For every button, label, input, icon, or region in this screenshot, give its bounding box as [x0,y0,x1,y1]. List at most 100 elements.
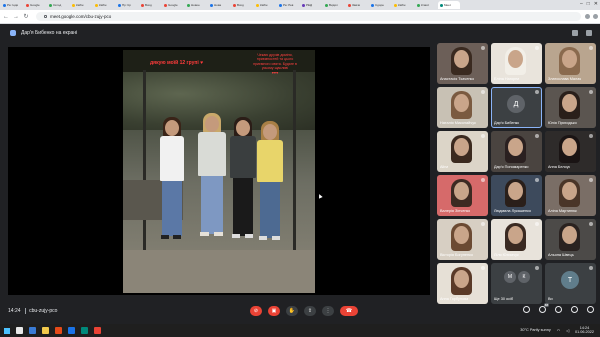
browser-tab[interactable]: Нова [208,1,230,9]
close-window-button[interactable]: ✕ [594,1,598,7]
participant-tile[interactable]: Ліля Юхимчук [491,219,542,260]
browser-tab[interactable]: Сдоре [369,1,391,9]
host-controls-icon[interactable] [587,306,594,313]
browser-tab[interactable]: Кабін [392,1,414,9]
clock[interactable]: 14:24 01.06.2022 [575,326,594,334]
participant-face [508,182,523,200]
camera-off-icon[interactable]: ▣ [268,306,280,316]
participant-tile[interactable]: Анна Белоус [545,131,596,172]
muted-mic-icon [589,222,593,226]
windows-start-icon[interactable] [4,327,10,334]
browser-tab[interactable]: Вход [139,1,161,9]
browser-tab[interactable]: Ра: Інди [1,1,23,9]
browser-tab-bar: Ра: Інди Google Сёгод Кабін Кабін Пр: Кр Вход G… [0,0,600,10]
participant-name: Еліна Нагорна [494,77,520,81]
photo-pole [143,70,146,250]
chat-icon[interactable] [555,306,562,313]
participant-tile[interactable]: Аліна Мартинюк [545,175,596,216]
minimize-button[interactable]: – [580,1,583,7]
participant-tile[interactable]: Златослава Малая [545,43,596,84]
taskbar-app-icon[interactable] [55,327,62,334]
browser-tab[interactable]: Пр: Кр [116,1,138,9]
participant-name: Вікторія Богуненко [440,253,473,257]
volume-icon[interactable]: ◁ [566,328,569,333]
participant-tile[interactable]: Людмила Лукашенко [491,175,542,216]
taskbar-app-icon[interactable] [81,327,88,334]
browser-tab[interactable]: Сёгод [47,1,69,9]
browser-tab[interactable]: Класс [415,1,437,9]
extension-icon[interactable] [585,14,590,19]
participant-tile[interactable]: Валерія Зінченко [437,175,488,216]
browser-tab[interactable]: РЕД [300,1,322,9]
participant-tile[interactable]: Alina [437,131,488,172]
browser-tab[interactable]: Видил [323,1,345,9]
participant-tile[interactable]: М К Ще 30 осіб [491,263,542,304]
participant-name: Анастасія Ткаченко [440,77,475,81]
browser-tab[interactable]: Новое [185,1,207,9]
more-options-icon[interactable]: ⋮ [322,306,334,316]
taskbar-app-icon[interactable] [29,327,36,334]
browser-tab[interactable]: Ра: Рев [277,1,299,9]
participant-tile[interactable]: Альона Швець [545,219,596,260]
profile-avatar-icon[interactable] [593,14,598,19]
participant-face [562,226,577,244]
participant-tile[interactable]: Юлія Приходько [545,87,596,128]
browser-tab[interactable]: Кабін [70,1,92,9]
participant-tile[interactable]: Вікторія Богуненко [437,219,488,260]
browser-tab[interactable]: Meet [438,1,460,9]
window-controls: – □ ✕ [580,1,598,7]
activities-icon[interactable] [571,306,578,313]
participant-tile[interactable]: Т Ви [545,263,596,304]
fullscreen-icon[interactable] [586,30,592,36]
tab-favicon-icon [233,3,236,7]
browser-tab[interactable]: Завчи [346,1,368,9]
tab-favicon-icon [72,3,75,7]
taskbar-app-icon[interactable] [42,327,49,334]
tab-label: Сёгод [53,3,62,7]
microphone-off-icon[interactable]: ⊘ [250,306,262,316]
meeting-side-controls: 48 [523,303,594,313]
tab-favicon-icon [164,3,167,7]
url-field[interactable]: meet.google.com/cbu-zujy-pco [36,12,581,21]
shared-photo [123,50,315,293]
participant-tile[interactable]: Анастасія Ткаченко [437,43,488,84]
participant-tile[interactable]: Анна Горбунова [437,263,488,304]
browser-tab[interactable]: Кабін [254,1,276,9]
back-icon[interactable]: ← [2,14,10,20]
forward-icon[interactable]: → [12,14,20,20]
muted-mic-icon [535,90,539,94]
taskbar-app-icon[interactable] [16,327,23,334]
present-now-icon[interactable]: ⇪ [304,306,316,316]
browser-tab[interactable]: Вход [231,1,253,9]
participant-name: Аліна Мартинюк [548,209,577,213]
weather-widget[interactable]: 30°C Partly sunny [520,328,550,332]
meeting-controls-bar: 14:24 cbu-zujy-pco ⊘ ▣ ✋ ⇪ ⋮ ☎ 48 [0,301,600,321]
maximize-button[interactable]: □ [587,1,590,7]
browser-tab[interactable]: Google [162,1,184,9]
url-text: meet.google.com/cbu-zujy-pco [50,14,112,19]
tab-favicon-icon [3,3,6,7]
taskbar-app-icon[interactable] [68,327,75,334]
participant-tile[interactable]: Наталія Миколайчук [437,87,488,128]
muted-mic-icon [589,90,593,94]
participant-tile[interactable]: Дар'я Пономаренко [491,131,542,172]
browser-tab[interactable]: Кабін [93,1,115,9]
tab-label: Ра: Інди [7,3,19,7]
raise-hand-icon[interactable]: ✋ [286,306,298,316]
tab-favicon-icon [279,3,282,7]
tab-favicon-icon [302,3,305,7]
participant-face [454,226,469,244]
meeting-details-icon[interactable] [523,306,530,313]
browser-tab[interactable]: Google [24,1,46,9]
reload-icon[interactable]: ↻ [22,13,30,20]
network-icon[interactable]: ◠ [557,328,560,333]
people-icon[interactable]: 48 [539,303,549,313]
leave-call-button[interactable]: ☎ [340,306,358,316]
pin-icon[interactable] [572,30,578,36]
participant-tile[interactable]: Д Дар'я Бибенко [491,87,542,128]
tab-label: Нова [214,3,222,7]
taskbar-app-icon[interactable] [94,327,101,334]
tab-favicon-icon [141,3,144,7]
participant-tile[interactable]: Еліна Нагорна [491,43,542,84]
participant-name: Валерія Зінченко [440,209,471,213]
